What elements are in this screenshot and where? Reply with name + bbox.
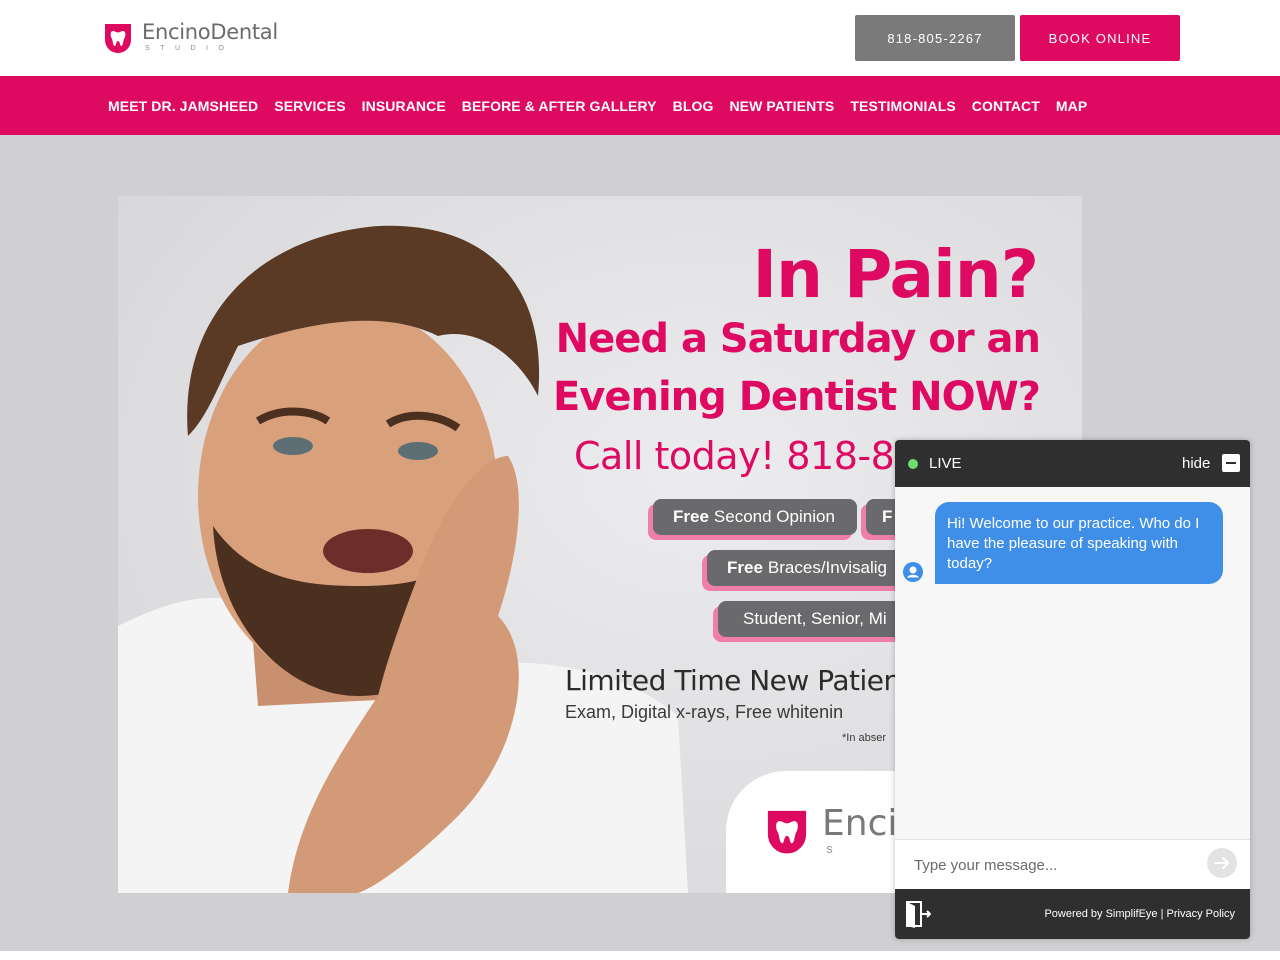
nav-item-insurance[interactable]: INSURANCE: [362, 98, 446, 114]
arrow-right-icon: [1214, 857, 1229, 869]
send-button[interactable]: [1207, 848, 1237, 878]
logo-wordmark: EncinoDental: [142, 20, 278, 44]
powered-by-text: Powered by SimplifEye | Privacy Policy: [1044, 908, 1235, 920]
pill-student-senior: Student, Senior, Mi: [718, 601, 908, 637]
headline-saturday: Need a Saturday or an: [555, 316, 1041, 362]
pill-braces: Free Braces/Invisalig: [707, 550, 907, 586]
nav-item-new-patients[interactable]: NEW PATIENTS: [729, 98, 834, 114]
agent-avatar-icon: [903, 562, 923, 582]
chat-footer: Powered by SimplifEye | Privacy Policy: [895, 889, 1250, 939]
site-logo[interactable]: EncinoDental STUDIO: [101, 19, 278, 55]
chat-input-row: [895, 839, 1250, 889]
footer-separator: |: [1160, 908, 1164, 920]
nav-item-meet-dr[interactable]: MEET DR. JAMSHEED: [108, 98, 258, 114]
tooth-logo-icon: [105, 24, 131, 53]
chat-message-bubble: Hi! Welcome to our practice. Who do I ha…: [935, 502, 1223, 584]
main-nav: MEET DR. JAMSHEED SERVICES INSURANCE BEF…: [0, 76, 1280, 135]
offer-title: Limited Time New Patien: [565, 664, 901, 697]
nav-item-gallery[interactable]: BEFORE & AFTER GALLERY: [462, 98, 657, 114]
chat-header: LIVE hide: [895, 440, 1250, 487]
phone-button[interactable]: 818-805-2267: [855, 15, 1015, 61]
nav-item-map[interactable]: MAP: [1056, 98, 1087, 114]
headline-evening: Evening Dentist NOW?: [552, 374, 1041, 420]
book-online-button[interactable]: BOOK ONLINE: [1020, 15, 1180, 61]
tooth-logo-icon: [767, 810, 807, 854]
powered-by-link[interactable]: Powered by SimplifEye: [1044, 908, 1157, 920]
live-chat-widget: LIVE hide Hi! Welcome to our practice. W…: [895, 440, 1250, 939]
nav-item-services[interactable]: SERVICES: [274, 98, 345, 114]
pill-second-opinion: Free Second Opinion: [653, 499, 857, 535]
chat-status-label: LIVE: [929, 455, 962, 472]
nav-item-contact[interactable]: CONTACT: [972, 98, 1040, 114]
minimize-icon[interactable]: [1222, 454, 1240, 472]
exit-door-icon[interactable]: [905, 900, 931, 928]
chat-hide-link[interactable]: hide: [1182, 455, 1210, 472]
offer-footnote: *In abser: [842, 732, 887, 744]
offer-subtitle: Exam, Digital x-rays, Free whitenin: [565, 702, 844, 722]
nav-item-blog[interactable]: BLOG: [673, 98, 714, 114]
logo-tagline: STUDIO: [145, 45, 235, 52]
online-status-icon: [908, 459, 918, 469]
site-header: EncinoDental STUDIO 818-805-2267 BOOK ON…: [0, 0, 1280, 76]
chat-message-input[interactable]: [914, 853, 1194, 877]
headline-in-pain: In Pain?: [752, 236, 1039, 313]
privacy-policy-link[interactable]: Privacy Policy: [1167, 908, 1235, 920]
nav-item-testimonials[interactable]: TESTIMONIALS: [850, 98, 955, 114]
